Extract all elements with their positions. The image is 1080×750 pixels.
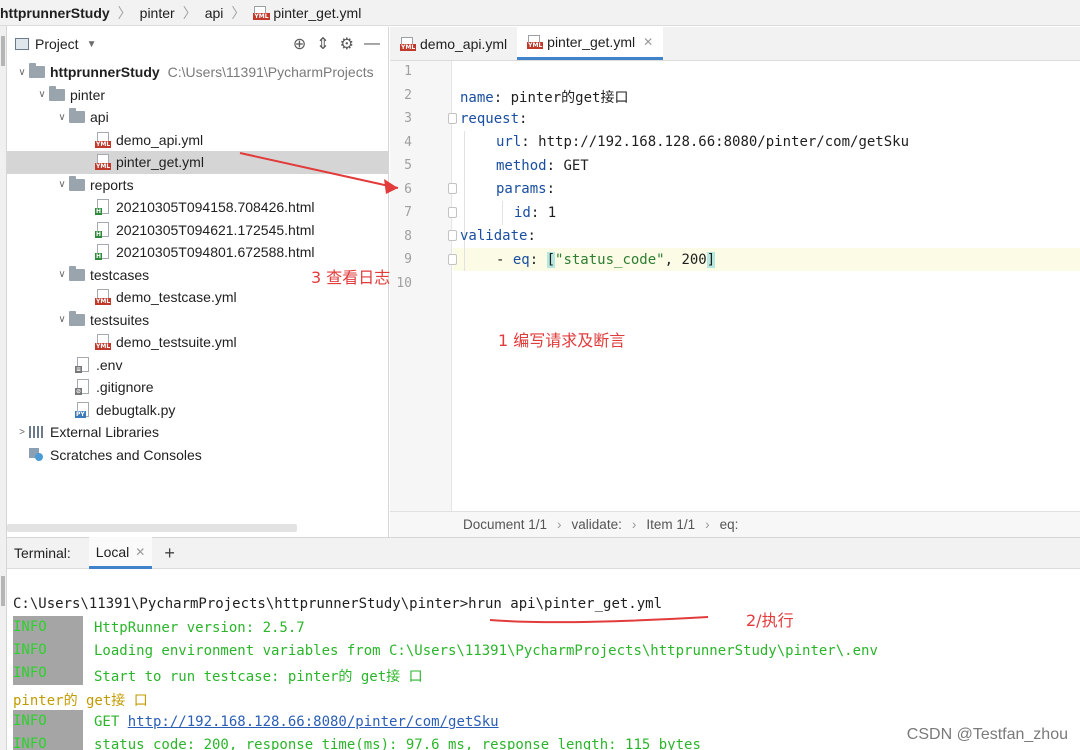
annotation-arrow [239, 152, 399, 189]
annotation-view-logs: 3 查看日志 [311, 268, 391, 287]
watermark: CSDN @Testfan_zhou [906, 726, 1068, 743]
annotation-arrowhead [384, 179, 398, 194]
annotation-write-request: 1 编写请求及断言 [498, 331, 626, 350]
annotation-underline [489, 616, 709, 624]
annotation-layer [239, 152, 709, 624]
annotation-execute: 2/执行 [746, 611, 794, 630]
